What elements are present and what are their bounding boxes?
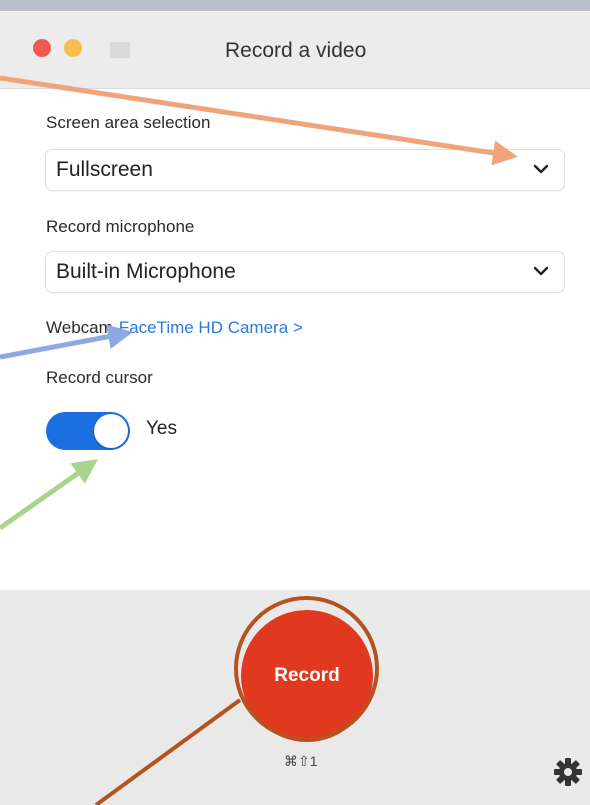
annotation-arrow-orange: [0, 75, 518, 166]
annotation-arrow-green: [0, 459, 99, 531]
annotation-arrow-blue: [0, 324, 133, 360]
annotation-line-brown: [94, 698, 242, 805]
annotation-arrows: [0, 75, 518, 805]
record-video-window: Record a video Screen area selection Ful…: [0, 0, 590, 805]
